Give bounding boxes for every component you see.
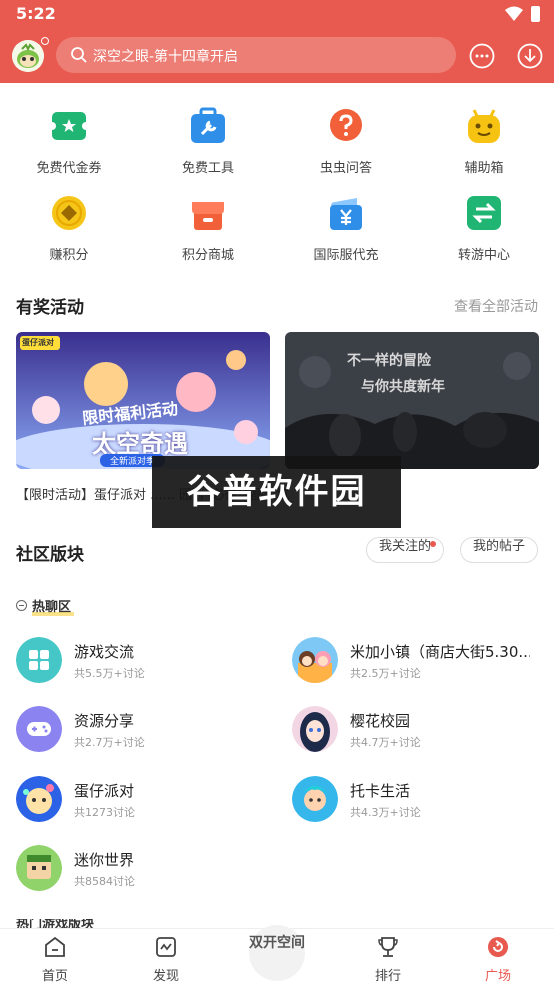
shortcut-label: 转游中心 bbox=[457, 248, 510, 263]
status-time: 5:22 bbox=[16, 4, 56, 23]
miga-town-icon bbox=[292, 637, 338, 683]
hot-zone-underline bbox=[32, 612, 74, 616]
shortcut-label: 辅助箱 bbox=[464, 161, 504, 176]
shortcut-label: 免费代金券 bbox=[36, 161, 102, 176]
bottom-tab-bar: 首页 发现 双开空间 排行 广场 bbox=[0, 925, 554, 986]
forum-count: 共2.5万+讨论 bbox=[350, 667, 421, 680]
shortcut-label: 赚积分 bbox=[49, 248, 89, 263]
yen-bag-icon bbox=[330, 198, 362, 230]
forum-item[interactable]: 迷你世界 共8584讨论 bbox=[16, 845, 276, 901]
following-badge-dot bbox=[430, 541, 436, 547]
user-avatar[interactable] bbox=[12, 40, 44, 72]
coin-icon bbox=[52, 196, 86, 230]
wifi-icon bbox=[505, 6, 523, 21]
tab-discover[interactable]: 发现 bbox=[126, 929, 206, 986]
shortcut-transfer-center[interactable]: 转游中心 bbox=[415, 194, 553, 274]
sakura-school-icon bbox=[292, 706, 338, 752]
search-icon bbox=[71, 47, 87, 63]
trophy-icon bbox=[378, 937, 398, 957]
forum-item[interactable]: 托卡生活 共4.3万+讨论 bbox=[292, 776, 552, 832]
banner-heading: 不一样的冒险 bbox=[347, 353, 431, 369]
banner-badge: 蛋仔派对 bbox=[22, 338, 54, 347]
shortcut-qa[interactable]: 虫虫问答 bbox=[277, 107, 415, 187]
activity-banner-eggy-party[interactable]: 蛋仔派对 限时福利活动 太空奇遇 全新派对季 bbox=[16, 332, 270, 469]
dual-space-button[interactable]: 双开空间 bbox=[249, 925, 305, 981]
forum-count: 共5.5万+讨论 bbox=[74, 667, 145, 680]
mini-world-icon bbox=[16, 845, 62, 891]
forum-item[interactable]: 游戏交流 共5.5万+讨论 bbox=[16, 637, 276, 693]
site-watermark: 谷普软件园 bbox=[152, 456, 401, 528]
shortcut-label: 虫虫问答 bbox=[319, 161, 372, 176]
activities-title: 有奖活动 bbox=[16, 298, 84, 318]
grid-apps-icon bbox=[16, 637, 62, 683]
toolbox-icon bbox=[191, 107, 225, 143]
toca-life-icon bbox=[292, 776, 338, 822]
tab-label: 广场 bbox=[484, 969, 511, 984]
forum-count: 共4.3万+讨论 bbox=[350, 806, 421, 819]
forum-name: 樱花校园 bbox=[350, 712, 411, 730]
app-header: 深空之眼-第十四章开启 bbox=[0, 34, 554, 78]
forum-count: 共2.7万+讨论 bbox=[74, 736, 145, 749]
voucher-icon bbox=[50, 112, 88, 140]
shortcut-intl-recharge[interactable]: 国际服代充 bbox=[277, 194, 415, 274]
forum-item[interactable]: 蛋仔派对 共1273讨论 bbox=[16, 776, 276, 832]
shop-icon bbox=[192, 202, 224, 230]
tab-home[interactable]: 首页 bbox=[15, 929, 95, 986]
forum-name: 蛋仔派对 bbox=[74, 782, 135, 800]
shortcut-label: 国际服代充 bbox=[313, 248, 379, 263]
forum-count: 共1273讨论 bbox=[74, 806, 135, 819]
tab-ranking[interactable]: 排行 bbox=[348, 929, 428, 986]
plaza-icon bbox=[488, 937, 508, 957]
shortcut-free-voucher[interactable]: 免费代金券 bbox=[0, 107, 138, 187]
message-icon[interactable] bbox=[468, 42, 496, 70]
tab-my-posts[interactable]: 我的帖子 bbox=[460, 537, 538, 563]
shortcut-label: 免费工具 bbox=[181, 161, 234, 176]
shortcut-helper-box[interactable]: 辅助箱 bbox=[415, 107, 553, 187]
shortcut-label: 积分商城 bbox=[181, 248, 234, 263]
robot-icon bbox=[468, 109, 500, 143]
forum-item[interactable]: 资源分享 共2.7万+讨论 bbox=[16, 706, 276, 762]
forum-name: 游戏交流 bbox=[74, 643, 135, 661]
shortcut-earn-points[interactable]: 赚积分 bbox=[0, 194, 138, 274]
forum-name: 资源分享 bbox=[74, 712, 135, 730]
community-title: 社区版块 bbox=[16, 545, 84, 565]
forum-count: 共4.7万+讨论 bbox=[350, 736, 421, 749]
see-all-activities-link[interactable]: 查看全部活动 bbox=[454, 296, 538, 316]
download-icon[interactable] bbox=[516, 42, 544, 70]
forum-count: 共8584讨论 bbox=[74, 875, 135, 888]
tab-label: 发现 bbox=[152, 969, 179, 984]
forum-name: 米加小镇（商店大街5.30... bbox=[350, 643, 530, 661]
forum-item[interactable]: 米加小镇（商店大街5.30... 共2.5万+讨论 bbox=[292, 637, 552, 693]
tab-plaza[interactable]: 广场 bbox=[458, 929, 538, 986]
search-bar[interactable]: 深空之眼-第十四章开启 bbox=[56, 37, 456, 73]
activity-banner-dont-starve[interactable]: 不一样的冒险 与你共度新年 bbox=[285, 332, 539, 469]
forum-item[interactable]: 樱花校园 共4.7万+讨论 bbox=[292, 706, 552, 762]
status-bar: 5:22 bbox=[0, 0, 554, 28]
gamepad-icon bbox=[16, 706, 62, 752]
banner-subtitle: 与你共度新年 bbox=[361, 379, 445, 395]
question-icon bbox=[330, 109, 362, 141]
transfer-icon bbox=[467, 196, 501, 230]
avatar-face-icon bbox=[12, 40, 44, 72]
shortcut-free-tools[interactable]: 免费工具 bbox=[139, 107, 277, 187]
forum-name: 迷你世界 bbox=[74, 851, 135, 869]
eggy-party-icon bbox=[16, 776, 62, 822]
battery-icon bbox=[531, 6, 540, 22]
collapse-icon[interactable] bbox=[16, 600, 27, 611]
status-icons bbox=[505, 6, 540, 22]
tab-label: 首页 bbox=[41, 969, 68, 984]
notification-dot bbox=[41, 37, 49, 45]
home-icon bbox=[45, 936, 65, 957]
top-bar: 5:22 深空之眼-第十四章开启 bbox=[0, 0, 554, 83]
search-placeholder: 深空之眼-第十四章开启 bbox=[93, 49, 239, 65]
tab-label: 排行 bbox=[374, 969, 401, 984]
forum-name: 托卡生活 bbox=[350, 782, 411, 800]
discover-icon bbox=[156, 937, 176, 957]
shortcut-points-mall[interactable]: 积分商城 bbox=[139, 194, 277, 274]
